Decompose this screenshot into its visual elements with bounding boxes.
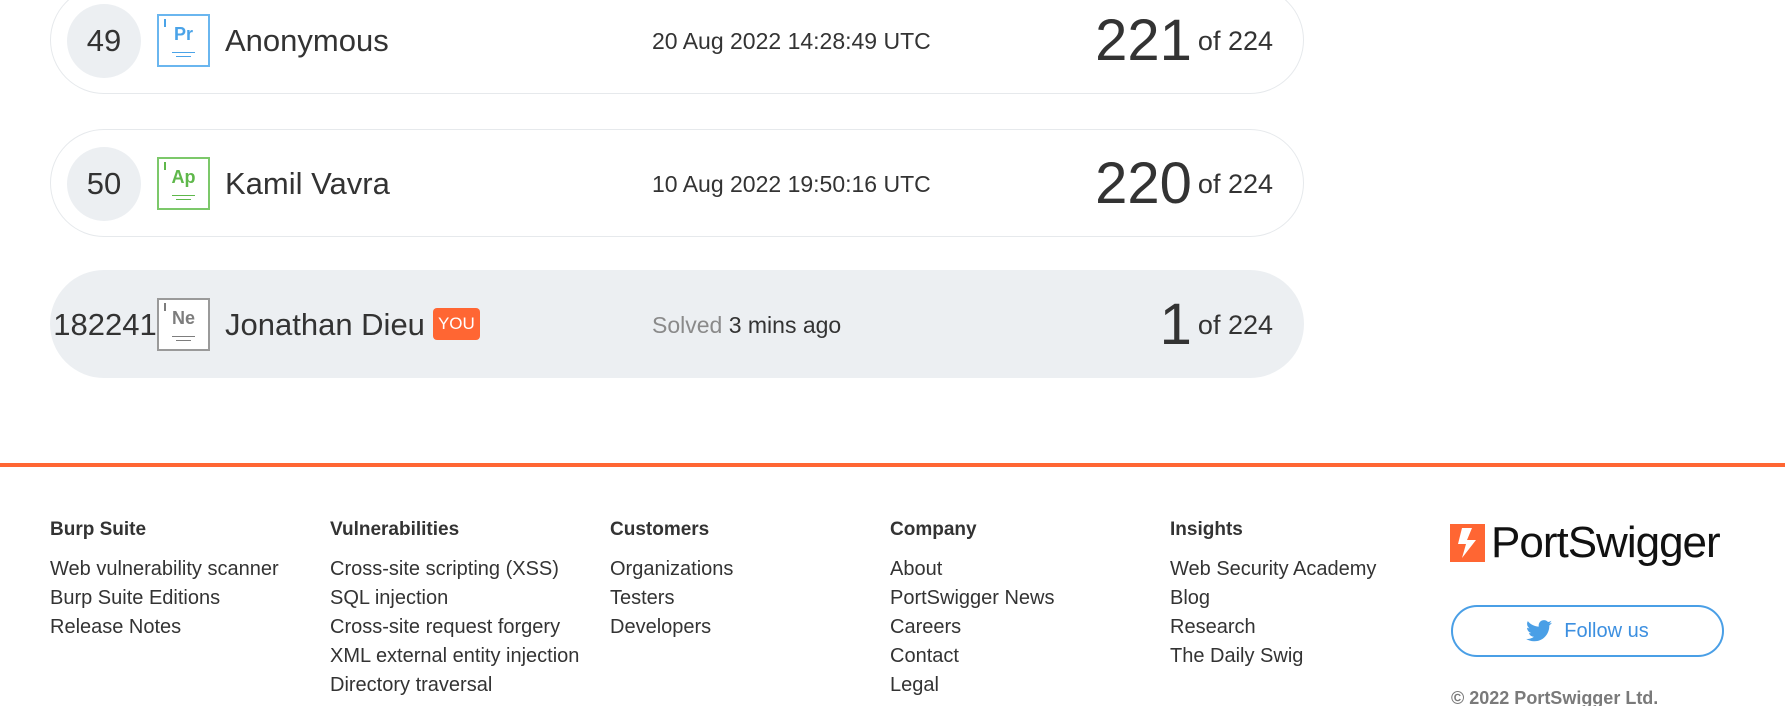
footer-link[interactable]: Organizations [610,555,890,584]
user-name: Jonathan Dieu [225,307,425,342]
score-total: of 224 [1197,26,1273,56]
solved-date: 20 Aug 2022 14:28:49 UTC [652,28,931,54]
footer-link[interactable]: Careers [890,613,1170,642]
solved-label: Solved [652,312,723,338]
footer-link[interactable]: Developers [610,613,890,642]
page: 49 Pr Anonymous 20 Aug 2022 14:28:49 UTC… [0,0,1785,706]
footer-divider [0,463,1785,467]
footer-column-company: Company About PortSwigger News Careers C… [890,518,1170,700]
footer-link[interactable]: Testers [610,584,890,613]
footer-heading: Company [890,519,977,540]
rank: 50 [67,147,141,221]
rank: 182241 [53,307,157,342]
leaderboard-row-current-user: 182241 Ne Jonathan Dieu YOU Solved 3 mins… [50,270,1304,378]
footer-link[interactable]: Cross-site request forgery [330,613,610,642]
user-name-wrapper: Jonathan Dieu YOU [225,301,480,349]
footer-column-insights: Insights Web Security Academy Blog Resea… [1170,518,1450,671]
element-badge-icon: Ne [157,298,210,351]
footer-link[interactable]: Burp Suite Editions [50,584,330,613]
footer-link[interactable]: Directory traversal [330,671,610,700]
footer-heading: Burp Suite [50,519,147,540]
portswigger-logo-link[interactable]: PortSwigger [1450,518,1721,567]
solved-date: 10 Aug 2022 19:50:16 UTC [652,171,931,197]
user-name: Anonymous [225,23,389,58]
footer-link[interactable]: Research [1170,613,1450,642]
leaderboard-row: 49 Pr Anonymous 20 Aug 2022 14:28:49 UTC… [50,0,1304,94]
footer-column-customers: Customers Organizations Testers Develope… [610,518,890,642]
element-symbol: Pr [173,24,193,44]
copyright: © 2022 PortSwigger Ltd. [1451,688,1659,706]
footer-heading: Customers [610,519,710,540]
element-badge-icon: Pr [157,14,210,67]
footer-link[interactable]: SQL injection [330,584,610,613]
footer-heading: Insights [1170,519,1243,540]
leaderboard-row: 50 Ap Kamil Vavra 10 Aug 2022 19:50:16 U… [50,129,1304,237]
footer-link[interactable]: Blog [1170,584,1450,613]
solved-time: 3 mins ago [728,312,842,338]
element-symbol: Ap [171,167,196,187]
brand-name: PortSwigger [1491,518,1721,567]
element-symbol: Ne [171,308,195,328]
score-value: 220 [1095,151,1192,216]
footer-link[interactable]: Web vulnerability scanner [50,555,330,584]
user-name: Kamil Vavra [225,166,390,201]
rank: 49 [67,4,141,78]
score: 1 of 224 [1160,285,1273,365]
twitter-icon [1526,620,1553,642]
score-value: 221 [1095,8,1192,73]
you-badge: YOU [432,307,480,340]
solved-status: Solved 3 mins ago [652,301,841,349]
footer-heading: Vulnerabilities [330,519,460,540]
footer-link[interactable]: Contact [890,642,1170,671]
score-value: 1 [1159,292,1192,357]
footer-link[interactable]: The Daily Swig [1170,642,1450,671]
score-total: of 224 [1197,169,1273,199]
score: 220 of 224 [1095,144,1273,224]
footer-link[interactable]: About [890,555,1170,584]
score-total: of 224 [1197,310,1273,340]
follow-us-label: Follow us [1564,619,1649,642]
portswigger-logo-icon [1450,524,1485,562]
footer-link[interactable]: XML external entity injection [330,642,610,671]
footer-column-vulnerabilities: Vulnerabilities Cross-site scripting (XS… [330,518,610,700]
footer-link[interactable]: Legal [890,671,1170,700]
footer-link[interactable]: Web Security Academy [1170,555,1450,584]
element-badge-icon: Ap [157,157,210,210]
footer-link[interactable]: Release Notes [50,613,330,642]
footer-link[interactable]: Cross-site scripting (XSS) [330,555,610,584]
footer-link[interactable]: PortSwigger News [890,584,1170,613]
score: 221 of 224 [1095,1,1273,81]
footer-column-burp-suite: Burp Suite Web vulnerability scanner Bur… [50,518,330,642]
follow-us-button[interactable]: Follow us [1451,605,1724,657]
